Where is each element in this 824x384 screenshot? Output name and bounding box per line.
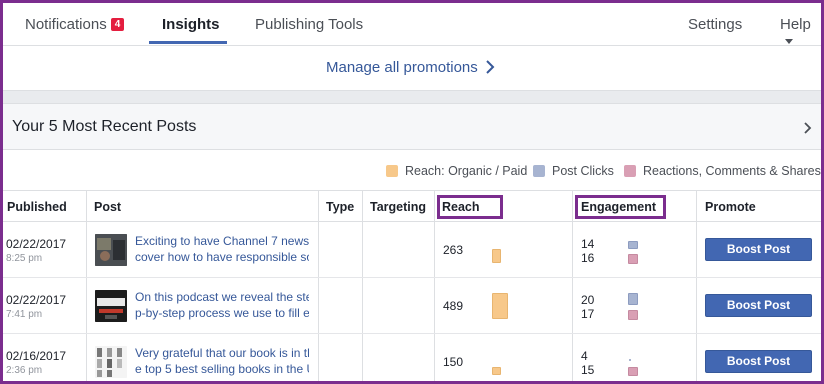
post-clicks-value: 4 <box>581 349 588 363</box>
legend-swatch-reactions <box>624 165 636 177</box>
legend-label-reactions: Reactions, Comments & Shares <box>643 164 821 178</box>
legend-post-clicks: Post Clicks <box>533 164 614 178</box>
panel-header[interactable]: Your 5 Most Recent Posts <box>3 104 821 150</box>
book-thumbnail-icon[interactable] <box>95 346 127 378</box>
chevron-right-icon[interactable] <box>803 121 813 135</box>
legend-swatch-clicks <box>533 165 545 177</box>
post-link[interactable]: Exciting to have Channel 7 news, cover h… <box>135 233 309 265</box>
post-link[interactable]: On this podcast we reveal the ste p-by-s… <box>135 289 309 321</box>
tab-insights[interactable]: Insights <box>162 16 220 33</box>
boost-post-button[interactable]: Boost Post <box>705 350 812 373</box>
help-menu[interactable]: Help <box>780 16 821 50</box>
active-tab-indicator <box>149 41 227 44</box>
tab-notifications[interactable]: Notifications 4 <box>25 16 125 33</box>
tab-insights-label: Insights <box>162 16 220 33</box>
table-header: Published Post Type Targeting Reach Enga… <box>3 190 821 222</box>
post-clicks-value: 14 <box>581 237 595 251</box>
column-targeting[interactable]: Targeting <box>370 200 426 214</box>
podcast-thumbnail-icon[interactable] <box>95 290 127 322</box>
published-time: 2:36 pm <box>6 365 43 376</box>
reach-highlight-box <box>437 195 503 219</box>
post-clicks-bar <box>628 241 638 249</box>
reactions-value: 16 <box>581 251 595 265</box>
post-text-line: On this podcast we reveal the ste <box>135 290 309 304</box>
tab-notifications-label: Notifications <box>25 16 107 33</box>
post-text-line: e top 5 best selling books in the U <box>135 362 309 376</box>
post-clicks-value: 20 <box>581 293 595 307</box>
settings-label: Settings <box>688 16 743 33</box>
recent-posts-panel: Your 5 Most Recent Posts Reach: Organic … <box>3 103 821 381</box>
top-nav: Notifications 4 Insights Publishing Tools… <box>3 3 821 46</box>
legend-label-reach: Reach: Organic / Paid <box>405 164 528 178</box>
reactions-bar <box>628 310 638 320</box>
published-date: 02/22/2017 <box>6 237 67 251</box>
chevron-right-icon[interactable] <box>483 58 497 76</box>
post-clicks-bar <box>629 359 631 361</box>
legend-reach: Reach: Organic / Paid <box>386 164 527 178</box>
post-text-line: p-by-step process we use to fill ev <box>135 306 309 320</box>
reach-value: 489 <box>443 299 464 313</box>
reactions-bar <box>628 254 638 264</box>
settings-link[interactable]: Settings <box>688 16 742 33</box>
video-thumbnail-icon[interactable] <box>95 234 127 266</box>
column-post[interactable]: Post <box>94 200 121 214</box>
boost-post-button[interactable]: Boost Post <box>705 238 812 261</box>
tab-publishing-tools-label: Publishing Tools <box>255 16 364 33</box>
post-text-line: cover how to have responsible so <box>135 250 309 264</box>
engagement-highlight-box <box>575 195 666 219</box>
table-row[interactable]: 02/22/2017 7:41 pm On this podcast we re… <box>3 278 821 334</box>
boost-post-button[interactable]: Boost Post <box>705 294 812 317</box>
post-clicks-bar <box>628 293 638 305</box>
panel-title: Your 5 Most Recent Posts <box>12 118 197 135</box>
reactions-value: 15 <box>581 363 595 377</box>
help-label: Help <box>780 16 811 33</box>
screenshot-frame: Notifications 4 Insights Publishing Tools… <box>0 0 824 384</box>
post-text-line: Very grateful that our book is in th <box>135 346 309 360</box>
legend-reactions: Reactions, Comments & Shares <box>624 164 821 178</box>
table-row[interactable]: 02/16/2017 2:36 pm Very grateful that ou… <box>3 334 821 381</box>
manage-promotions-row: Manage all promotions <box>3 46 821 91</box>
reach-bar <box>492 293 508 319</box>
published-time: 7:41 pm <box>6 309 43 320</box>
post-text-line: Exciting to have Channel 7 news, <box>135 234 309 248</box>
published-date: 02/16/2017 <box>6 349 67 363</box>
reactions-value: 17 <box>581 307 595 321</box>
reach-bar <box>492 249 501 263</box>
published-time: 8:25 pm <box>6 253 43 264</box>
notifications-badge: 4 <box>110 18 125 31</box>
post-link[interactable]: Very grateful that our book is in th e t… <box>135 345 309 377</box>
section-separator <box>3 91 821 103</box>
column-published[interactable]: Published <box>7 200 67 214</box>
published-date: 02/22/2017 <box>6 293 67 307</box>
column-type[interactable]: Type <box>326 200 354 214</box>
tab-publishing-tools[interactable]: Publishing Tools <box>255 16 363 33</box>
reach-value: 263 <box>443 243 464 257</box>
chevron-down-icon <box>785 39 793 44</box>
reactions-bar <box>628 367 638 376</box>
manage-promotions-link[interactable]: Manage all promotions <box>326 59 478 76</box>
reach-value: 150 <box>443 355 464 369</box>
reach-bar <box>492 367 501 375</box>
column-promote[interactable]: Promote <box>705 200 756 214</box>
legend-label-clicks: Post Clicks <box>552 164 614 178</box>
table-row[interactable]: 02/22/2017 8:25 pm Exciting to have Chan… <box>3 222 821 278</box>
legend-swatch-reach <box>386 165 398 177</box>
